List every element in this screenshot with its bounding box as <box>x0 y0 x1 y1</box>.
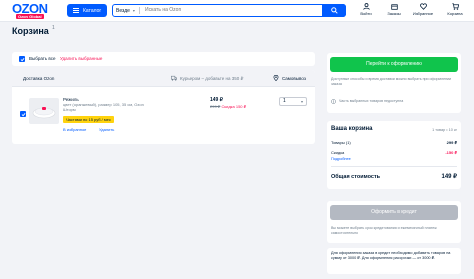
credit-footer-note: Для оформления заказа в кредит необходим… <box>327 248 461 274</box>
box-icon <box>390 4 398 10</box>
header-orders[interactable]: Заказы <box>381 3 407 19</box>
cart-icon <box>451 3 459 10</box>
cart-page: OZON Ozon Global Каталог Везде ▾ Искать … <box>0 0 474 279</box>
pickup-option[interactable]: Самовывоз <box>282 76 306 81</box>
select-all-label[interactable]: Выбрать все <box>29 56 55 61</box>
catalog-button[interactable]: Каталог <box>67 4 107 17</box>
info-icon <box>331 99 336 104</box>
installment-badge[interactable]: Частями по 15 руб / мес <box>63 116 114 123</box>
item-checkbox[interactable] <box>20 111 26 117</box>
discount-details-link[interactable]: Подробнее <box>331 157 351 161</box>
delivery-bar: Доставка Ozon Курьером – добавьте на 350… <box>12 70 315 87</box>
summary-title: Ваша корзина <box>331 126 373 132</box>
header-favorites-label: Избранное <box>412 11 434 16</box>
page-title: Корзина <box>12 26 49 36</box>
chevron-down-icon: ▾ <box>132 8 135 13</box>
summary-divider <box>331 166 457 167</box>
header-orders-label: Заказы <box>387 11 401 16</box>
total-label: Общая стоимость <box>331 174 381 180</box>
remove-item-link[interactable]: Удалить <box>99 127 114 132</box>
search-bar: Везде ▾ <box>112 3 346 17</box>
checkout-hint-text: Часть выбранных товаров недоступна <box>339 99 404 103</box>
header-login-label: Войти <box>360 11 372 16</box>
old-price-row: 299 ₽ Скидка 150 ₽ <box>210 104 246 109</box>
checkout-button[interactable]: Перейти к оформлению <box>330 57 458 72</box>
courier-delivery-text: Курьером – добавьте на 350 ₽ <box>180 76 244 81</box>
header-login[interactable]: Войти <box>353 3 379 19</box>
product-thumbnail <box>32 107 56 119</box>
search-icon <box>330 6 338 14</box>
summary-meta: 1 товар • 10 кг <box>432 128 457 132</box>
discount-label: Скидка <box>331 150 345 155</box>
menu-icon <box>73 8 79 13</box>
checkout-card: Перейти к оформлению Доступные способы и… <box>327 53 461 113</box>
product-image[interactable] <box>29 98 59 124</box>
checkout-note: Доступные способы и время доставки можно… <box>331 77 452 86</box>
discount-value: -150 ₽ <box>445 150 457 155</box>
current-price: 149 ₽ <box>210 97 223 103</box>
select-bar: Выбрать все Удалить выбранные <box>12 52 315 66</box>
goods-value: 299 ₽ <box>446 140 457 145</box>
ozon-logo[interactable]: OZON Ozon Global <box>12 1 56 19</box>
cart-items-panel: Доставка Ozon Курьером – добавьте на 350… <box>12 70 315 144</box>
credit-button[interactable]: Оформить в кредит <box>330 205 458 220</box>
heart-icon <box>419 3 427 10</box>
user-icon <box>362 3 370 10</box>
search-scope-select[interactable]: Везде ▾ <box>116 7 140 14</box>
search-scope-label: Везде <box>116 7 130 14</box>
check-icon <box>20 57 24 61</box>
checkout-hint: Часть выбранных товаров недоступна <box>331 97 457 106</box>
goods-label: Товары (1) <box>331 140 351 145</box>
credit-card: Оформить в кредит Вы можете выбрать срок… <box>327 201 461 243</box>
location-pin-icon <box>273 75 279 81</box>
cart-summary-card: Ваша корзина 1 товар • 10 кг Товары (1) … <box>327 121 461 189</box>
delivery-label: Доставка Ozon <box>23 76 55 81</box>
search-button[interactable] <box>322 3 346 17</box>
quantity-value: 1 <box>283 98 286 104</box>
chevron-down-icon: ▾ <box>300 99 303 104</box>
discount-text: Скидка 150 ₽ <box>221 104 247 109</box>
truck-icon <box>171 75 177 81</box>
old-price: 299 ₽ <box>210 104 221 109</box>
check-icon <box>21 112 25 116</box>
cart-count: 1 <box>52 25 55 31</box>
top-header: OZON Ozon Global Каталог Везде ▾ Искать … <box>0 0 474 22</box>
search-input[interactable] <box>145 6 325 14</box>
credit-note: Вы можете выбрать срок кредитования и еж… <box>331 226 437 235</box>
header-cart-label: Корзина <box>447 11 463 16</box>
header-cart[interactable]: Корзина <box>442 3 468 19</box>
logo-subtitle: Ozon Global <box>16 14 44 19</box>
quantity-select[interactable]: 1 ▾ <box>279 97 307 106</box>
total-value: 149 ₽ <box>441 174 458 180</box>
add-to-favorites-link[interactable]: В избранное <box>63 127 86 132</box>
header-favorites[interactable]: Избранное <box>410 3 436 19</box>
catalog-label: Каталог <box>83 7 102 14</box>
product-description: цвет (оранжевый), размер 105, 35 см, Ozo… <box>63 102 144 112</box>
delete-selected-link[interactable]: Удалить выбранные <box>60 56 102 61</box>
select-all-checkbox[interactable] <box>19 56 25 62</box>
